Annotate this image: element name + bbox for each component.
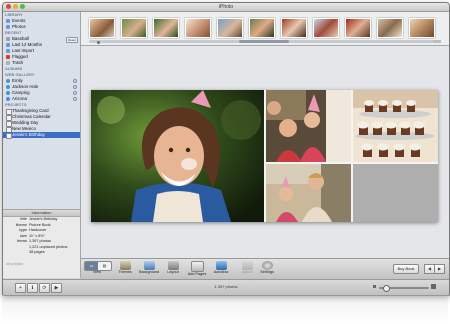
strip-scroll-thumb[interactable] (239, 40, 289, 43)
empty-photo-placeholder[interactable] (353, 164, 438, 222)
publish-icon[interactable] (73, 85, 77, 89)
strip-thumbnail[interactable] (217, 18, 243, 38)
book-toolbar: ▭ ▤ View Themes Background Layout Add Pa… (81, 258, 449, 279)
background-icon (143, 261, 155, 270)
book-canvas (81, 46, 449, 258)
iphoto-window: iPhoto LIBRARY Events Photos RECENT Base… (2, 2, 450, 296)
book-spread (91, 90, 438, 222)
book-photo-cupcakes[interactable] (353, 90, 438, 162)
description-field[interactable]: description (3, 262, 23, 266)
add-pages-icon (190, 261, 204, 272)
zoom-slider[interactable] (379, 285, 429, 292)
publish-icon[interactable] (73, 91, 77, 95)
strip-thumbnail[interactable] (121, 18, 147, 38)
settings-button[interactable]: Settings (257, 261, 277, 275)
add-pages-button[interactable]: Add Pages (187, 261, 207, 277)
layout-button[interactable]: Layout (163, 261, 183, 275)
layout-icon (167, 261, 179, 270)
themes-icon (119, 261, 131, 270)
information-header: Information (3, 210, 80, 217)
event-icon (6, 37, 10, 41)
book-photo-kids-party[interactable] (266, 90, 351, 162)
book-photo-mother-child[interactable] (266, 164, 351, 222)
globe-icon (6, 85, 10, 89)
adjust-icon (241, 261, 253, 270)
globe-icon (6, 97, 10, 101)
flag-icon (6, 55, 10, 59)
sidebar-item-photos[interactable]: Photos (3, 24, 80, 30)
strip-thumbnail[interactable] (313, 18, 339, 38)
cupcakes-image (353, 90, 438, 162)
strip-thumbnail[interactable] (345, 18, 371, 38)
window-reflection (2, 295, 448, 324)
photo-browser-strip (81, 12, 449, 46)
scroll-right-button[interactable] (437, 40, 441, 43)
strip-thumbnail[interactable] (377, 18, 403, 38)
strip-thumbnail[interactable] (281, 18, 307, 38)
thumbnail-size-handle[interactable] (97, 41, 100, 44)
events-icon (6, 19, 10, 23)
publish-icon[interactable] (73, 79, 77, 83)
strip-scrollbar[interactable] (89, 40, 441, 44)
title-bar: iPhoto (3, 3, 449, 12)
sidebar-item-trash[interactable]: Trash (3, 60, 80, 66)
zoom-slider-knob[interactable] (383, 285, 390, 292)
book-photo-girl-portrait[interactable] (91, 90, 264, 222)
strip-thumbnail[interactable] (249, 18, 275, 38)
view-pages-icon[interactable]: ▤ (98, 262, 111, 270)
strip-thumbnail[interactable] (89, 18, 115, 38)
sidebar-item-jessies-birthday[interactable]: Jessie's Birthday (3, 132, 80, 139)
girl-portrait-image (91, 90, 264, 222)
publish-icon[interactable] (73, 97, 77, 101)
background-button[interactable]: Background (139, 261, 159, 275)
strip-thumbnail[interactable] (185, 18, 211, 38)
view-spread-icon[interactable]: ▭ (85, 262, 98, 270)
globe-icon (6, 79, 10, 83)
themes-button[interactable]: Themes (115, 261, 135, 275)
calendar-icon (6, 43, 10, 47)
window-title: iPhoto (218, 4, 234, 10)
globe-icon (6, 91, 10, 95)
strip-thumbnail[interactable] (153, 18, 179, 38)
buy-book-button[interactable]: Buy Book (393, 264, 419, 274)
kids-party-image (266, 90, 351, 162)
settings-icon (261, 261, 273, 270)
book-icon (6, 133, 12, 139)
view-label: View (92, 270, 102, 274)
small-thumbnail-icon (373, 285, 376, 288)
autoflow-icon (215, 261, 227, 270)
sidebar-item-arizona[interactable]: Arizona (3, 96, 80, 102)
strip-thumbnail[interactable] (409, 18, 435, 38)
adjust-button[interactable]: Adjust (237, 261, 257, 275)
info-row-pages: 38 pages (29, 250, 45, 254)
bottom-bar: + ℹ ⟳ ▶ 1,397 photos (3, 279, 449, 295)
photos-icon (6, 25, 10, 29)
mother-child-image (266, 164, 351, 222)
autoflow-button[interactable]: Autoflow (211, 261, 231, 275)
next-page-button[interactable]: ▶ (434, 264, 445, 274)
trash-icon (6, 61, 10, 65)
large-thumbnail-icon (431, 284, 436, 289)
import-icon (6, 49, 10, 53)
source-list: LIBRARY Events Photos RECENT Baseball Res… (3, 12, 81, 209)
information-panel: Information title Jessie's Birthday theme… (3, 209, 81, 278)
